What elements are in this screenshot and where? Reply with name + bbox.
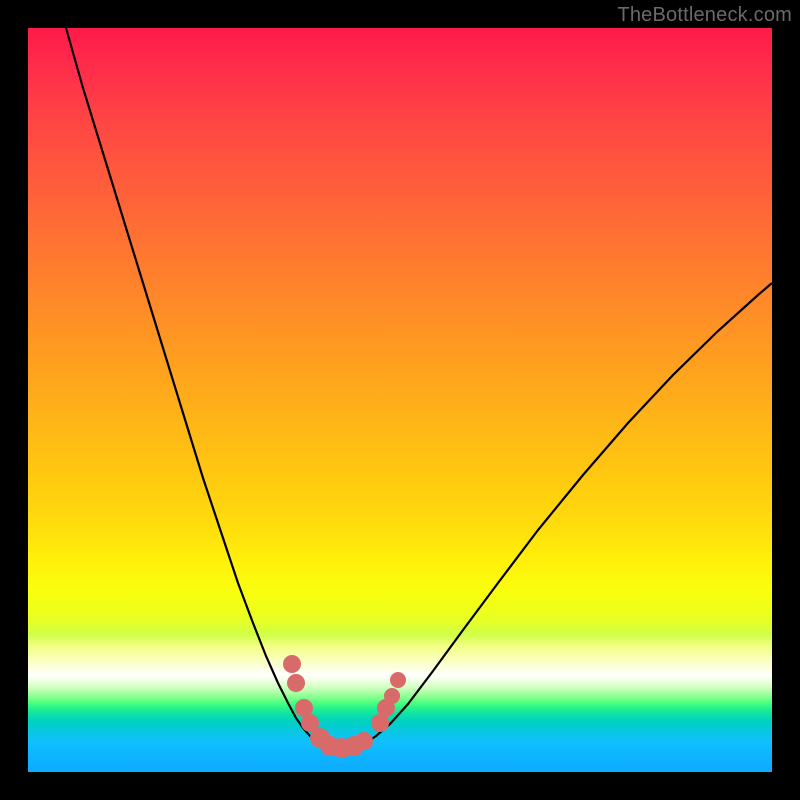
watermark-text: TheBottleneck.com [617, 4, 792, 27]
valley-marker [283, 655, 301, 673]
curve-right-branch [364, 283, 772, 744]
curve-left-branch [66, 28, 318, 742]
chart-svg [28, 28, 772, 772]
valley-markers [283, 655, 406, 758]
valley-marker [355, 732, 373, 750]
valley-marker [384, 688, 400, 704]
valley-marker [287, 674, 305, 692]
plot-area [28, 28, 772, 772]
valley-marker [390, 672, 406, 688]
outer-frame: TheBottleneck.com [0, 0, 800, 800]
